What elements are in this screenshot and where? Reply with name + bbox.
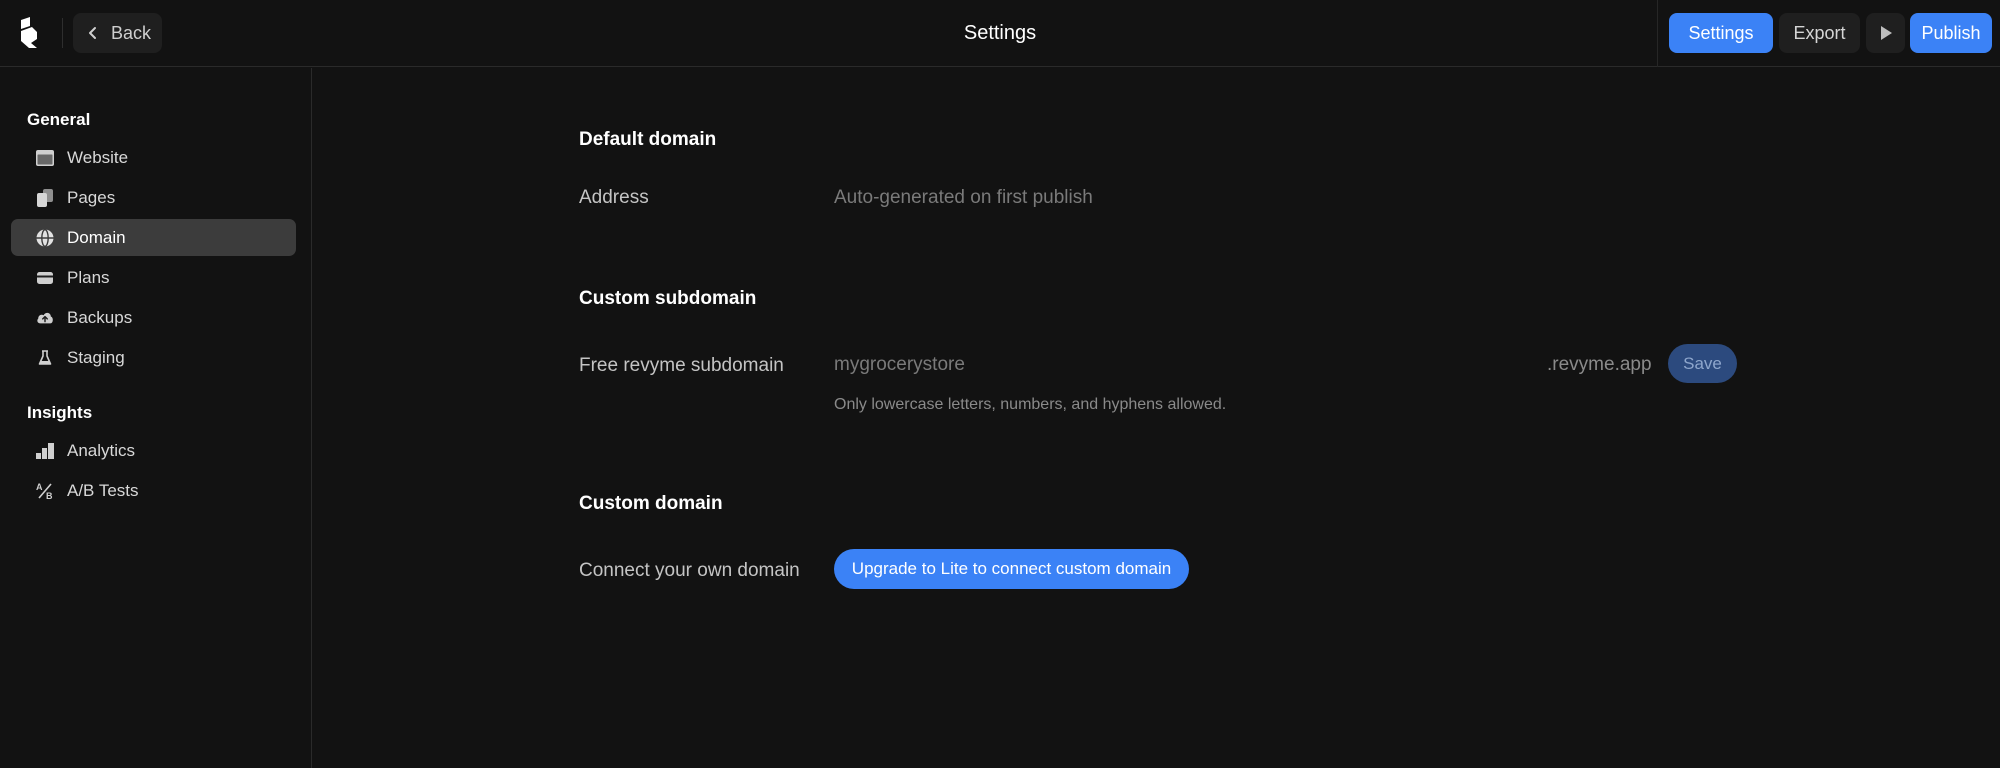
sidebar-section-insights: Insights xyxy=(27,403,93,422)
flask-icon xyxy=(36,349,54,367)
sidebar-item-label: Pages xyxy=(67,187,116,207)
sidebar-item-website[interactable]: Website xyxy=(11,139,296,176)
address-value: Auto-generated on first publish xyxy=(834,187,1093,208)
divider xyxy=(1657,0,1658,67)
sidebar-item-staging[interactable]: Staging xyxy=(11,339,296,376)
sidebar-item-pages[interactable]: Pages xyxy=(11,179,296,216)
sidebar-item-label: Analytics xyxy=(67,440,136,460)
address-label: Address xyxy=(579,187,649,208)
publish-button[interactable]: Publish xyxy=(1910,13,1992,53)
subdomain-label: Free revyme subdomain xyxy=(579,355,784,376)
globe-icon xyxy=(36,228,54,247)
custom-subdomain-heading: Custom subdomain xyxy=(579,288,757,309)
save-button[interactable]: Save xyxy=(1668,344,1737,383)
sidebar-item-domain[interactable]: Domain xyxy=(11,219,296,256)
sidebar-item-plans[interactable]: Plans xyxy=(11,259,296,296)
sidebar-section-general: General xyxy=(27,110,91,129)
revyme-logo[interactable] xyxy=(18,17,40,49)
subdomain-input[interactable] xyxy=(834,350,1534,380)
pages-icon xyxy=(36,188,54,207)
cloud-upload-icon xyxy=(36,309,54,327)
subdomain-suffix: .revyme.app xyxy=(1547,354,1652,375)
browser-window-icon xyxy=(36,149,54,167)
sidebar-item-label: Plans xyxy=(67,267,110,287)
sidebar-item-ab-tests[interactable]: AB A/B Tests xyxy=(11,472,296,509)
sidebar-item-label: A/B Tests xyxy=(67,480,139,500)
upgrade-button[interactable]: Upgrade to Lite to connect custom domain xyxy=(834,549,1189,589)
chevron-left-icon xyxy=(89,27,96,39)
preview-play-button[interactable] xyxy=(1866,13,1905,53)
sidebar-item-backups[interactable]: Backups xyxy=(11,299,296,336)
top-bar: Back Settings Settings Export Publish xyxy=(0,0,2000,67)
back-button[interactable]: Back xyxy=(73,13,162,53)
export-button[interactable]: Export xyxy=(1779,13,1860,53)
back-label: Back xyxy=(111,22,152,43)
sidebar-item-label: Staging xyxy=(67,347,125,367)
sidebar-item-label: Website xyxy=(67,147,129,167)
subdomain-hint: Only lowercase letters, numbers, and hyp… xyxy=(834,396,1227,413)
sidebar-item-label: Backups xyxy=(67,307,133,327)
svg-text:A: A xyxy=(36,482,43,492)
default-domain-heading: Default domain xyxy=(579,129,717,150)
sidebar-item-analytics[interactable]: Analytics xyxy=(11,432,296,469)
percent-icon: AB xyxy=(36,482,54,500)
svg-text:B: B xyxy=(46,491,53,500)
custom-domain-heading: Custom domain xyxy=(579,493,723,514)
credit-card-icon xyxy=(36,269,54,287)
settings-button[interactable]: Settings xyxy=(1669,13,1773,53)
custom-domain-label: Connect your own domain xyxy=(579,560,800,581)
sidebar-item-label: Domain xyxy=(67,227,126,247)
play-icon xyxy=(1880,26,1892,40)
divider xyxy=(62,18,63,48)
bar-chart-icon xyxy=(36,442,54,460)
